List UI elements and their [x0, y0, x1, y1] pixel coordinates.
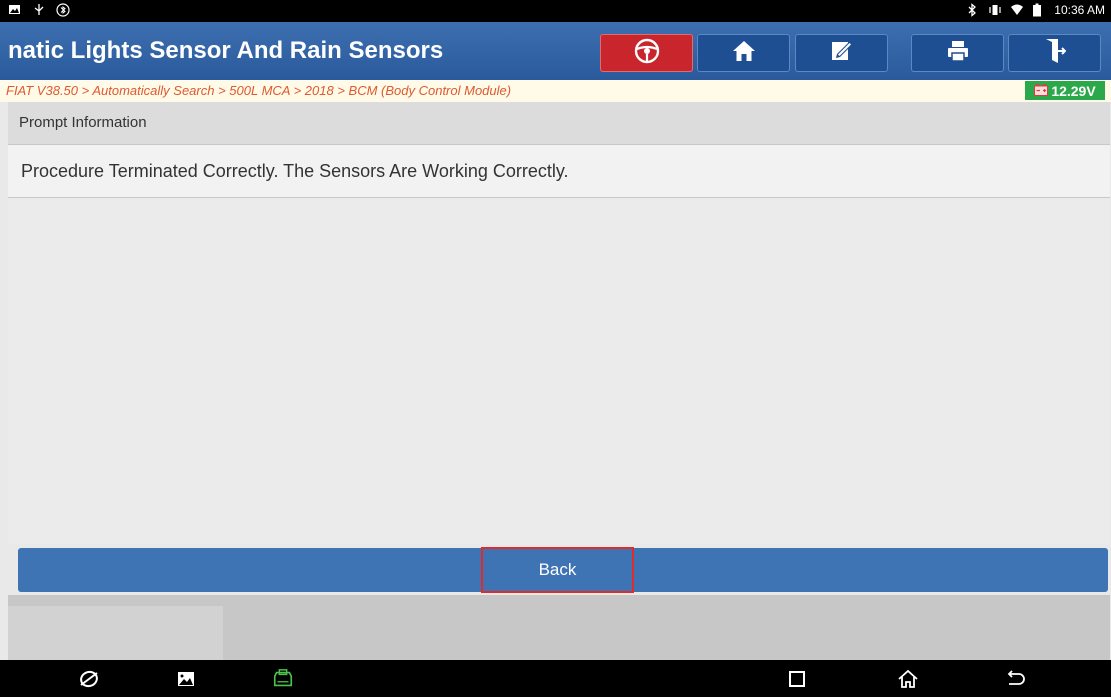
recent-apps-icon[interactable]: [786, 668, 808, 690]
exit-button[interactable]: [1008, 34, 1101, 72]
edit-report-icon: [830, 39, 854, 68]
page-title: natic Lights Sensor And Rain Sensors: [8, 37, 444, 64]
status-bar: 10:36 AM: [0, 0, 1111, 22]
status-time: 10:36 AM: [1054, 3, 1105, 17]
breadcrumb: FIAT V38.50 > Automatically Search > 500…: [0, 80, 1111, 102]
steering-wheel-icon: [634, 38, 660, 69]
battery-icon: [1032, 3, 1046, 17]
print-icon: [946, 39, 970, 68]
back-nav-icon[interactable]: [1004, 668, 1026, 690]
image-notification-icon: [8, 3, 22, 17]
browser-icon[interactable]: [78, 668, 100, 690]
home-nav-icon[interactable]: [897, 668, 919, 690]
back-button[interactable]: Back: [481, 547, 634, 593]
lower-panel-tab: [8, 606, 223, 660]
title-bar: natic Lights Sensor And Rain Sensors: [0, 22, 1111, 80]
print-button[interactable]: [911, 34, 1004, 72]
home-icon: [732, 39, 756, 68]
prompt-section-header: Prompt Information: [8, 102, 1110, 145]
vci-icon[interactable]: [272, 668, 294, 690]
edit-report-button[interactable]: [795, 34, 888, 72]
bluetooth-settings-icon: [56, 3, 70, 17]
home-button[interactable]: [697, 34, 790, 72]
gallery-icon[interactable]: [175, 668, 197, 690]
voltage-badge: 12.29V: [1025, 81, 1105, 100]
voltage-value: 12.29V: [1051, 82, 1096, 99]
prompt-section-title: Prompt Information: [19, 114, 147, 131]
prompt-message-row: Procedure Terminated Correctly. The Sens…: [8, 145, 1110, 198]
steering-wheel-button[interactable]: [600, 34, 693, 72]
content-area: [8, 198, 1110, 544]
prompt-message-text: Procedure Terminated Correctly. The Sens…: [21, 161, 569, 181]
exit-icon: [1044, 38, 1066, 69]
wifi-icon: [1010, 3, 1024, 17]
vibrate-icon: [988, 3, 1002, 17]
bluetooth-icon: [966, 3, 980, 17]
breadcrumb-path: FIAT V38.50 > Automatically Search > 500…: [6, 83, 512, 98]
battery-voltage-icon: [1034, 83, 1049, 99]
navigation-bar: [0, 660, 1111, 697]
usb-icon: [32, 3, 46, 17]
